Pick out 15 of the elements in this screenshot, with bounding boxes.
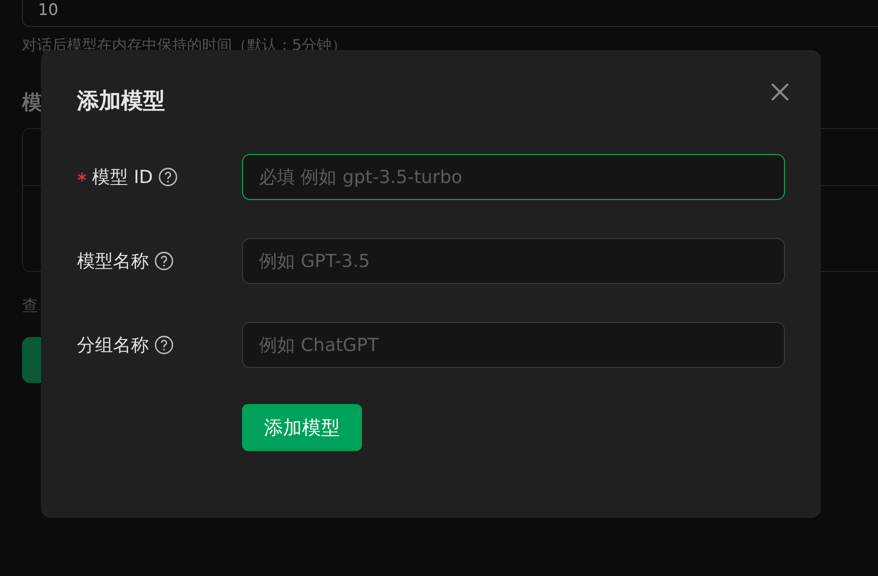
help-icon[interactable]: [154, 335, 174, 355]
help-icon[interactable]: [154, 251, 174, 271]
text-input[interactable]: 例如 ChatGPT: [242, 322, 785, 368]
footnote-text: 查: [22, 296, 38, 317]
section-heading: 模: [22, 89, 42, 116]
input-field[interactable]: 10: [22, 0, 878, 27]
field-label: 分组名称: [77, 334, 149, 357]
field-label: 模型 ID: [92, 166, 153, 189]
text-input[interactable]: 例如 GPT-3.5: [242, 238, 785, 284]
field-label: 模型名称: [77, 250, 149, 273]
close-icon[interactable]: [770, 82, 790, 102]
dialog-title: 添加模型: [77, 88, 165, 116]
text-input[interactable]: 必填 例如 gpt-3.5-turbo: [242, 154, 785, 200]
field-value: 10: [38, 0, 58, 20]
help-icon[interactable]: [158, 167, 178, 187]
